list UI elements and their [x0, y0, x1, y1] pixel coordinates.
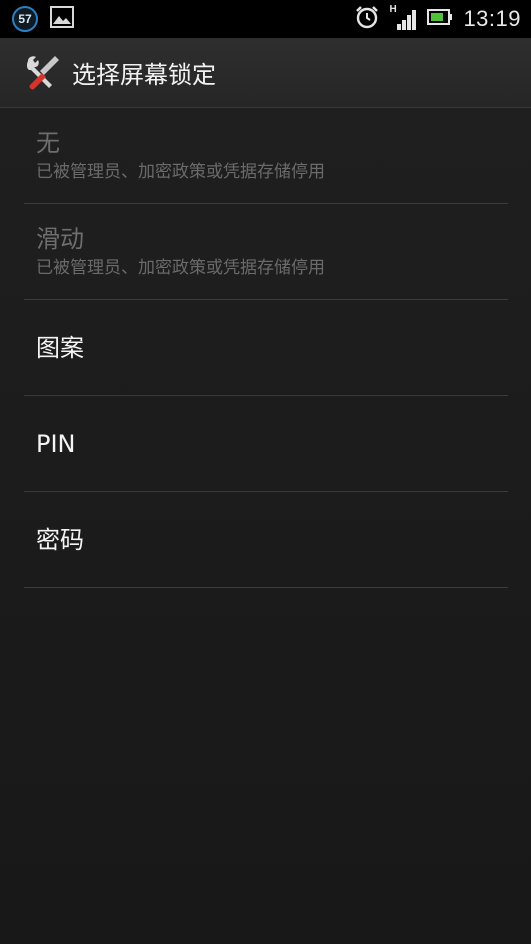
screen: 57 H 13:19 选择屏幕锁定 无 已被管理员、加密政策或凭据存储停用 滑动… [0, 0, 531, 944]
alarm-clock-icon [355, 5, 379, 33]
status-time: 13:19 [463, 6, 521, 31]
option-summary: 已被管理员、加密政策或凭据存储停用 [36, 161, 325, 182]
lock-option-pin[interactable]: PIN [24, 396, 508, 492]
settings-tools-icon[interactable] [22, 53, 62, 93]
battery-icon [427, 9, 453, 29]
option-title: PIN [36, 429, 76, 458]
status-bar-right: H 13:19 [355, 4, 531, 33]
option-title: 滑动 [36, 224, 84, 253]
option-title: 无 [36, 128, 60, 157]
lock-option-list: 无 已被管理员、加密政策或凭据存储停用 滑动 已被管理员、加密政策或凭据存储停用… [24, 108, 508, 588]
notification-count-icon[interactable]: 57 [12, 6, 38, 32]
action-bar: 选择屏幕锁定 [0, 38, 531, 108]
status-bar: 57 H 13:19 [0, 0, 531, 38]
option-title: 图案 [36, 333, 84, 362]
lock-option-slide: 滑动 已被管理员、加密政策或凭据存储停用 [24, 204, 508, 300]
page-title: 选择屏幕锁定 [72, 61, 216, 89]
lock-option-pattern[interactable]: 图案 [24, 300, 508, 396]
option-summary: 已被管理员、加密政策或凭据存储停用 [36, 257, 325, 278]
lock-option-none: 无 已被管理员、加密政策或凭据存储停用 [24, 108, 508, 204]
signal-h-icon: H [389, 4, 417, 32]
gallery-image-icon[interactable] [50, 6, 74, 32]
status-bar-left: 57 [0, 6, 74, 32]
option-title: 密码 [36, 525, 84, 554]
lock-option-password[interactable]: 密码 [24, 492, 508, 588]
